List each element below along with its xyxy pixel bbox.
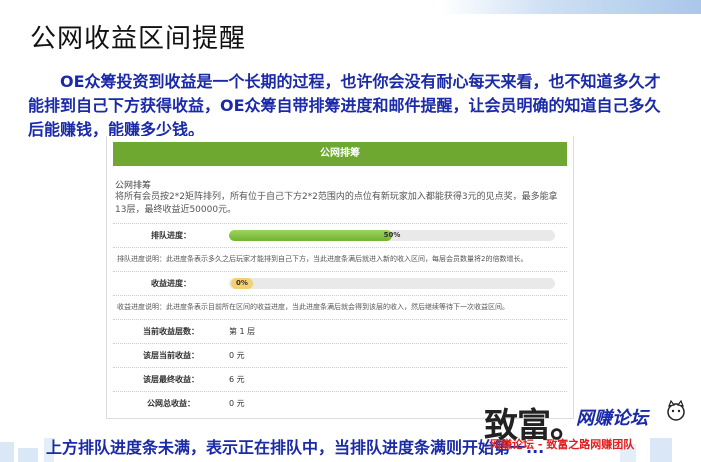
forum-watermark-logo: 致富。 网赚论坛 网赚论坛 - 致富之路网赚团队 xyxy=(484,398,694,454)
income-progress-row: 收益进度： 0% xyxy=(113,271,567,295)
income-progress-note: 收益进度说明：此进度条表示目前所在区间的收益进度，当此进度条满后就会得到该层的收… xyxy=(113,295,567,319)
stat-row-layer-current-income: 该层当前收益： 0 元 xyxy=(113,343,567,367)
slide-title: 公网收益区间提醒 xyxy=(30,24,247,54)
income-progress-label: 收益进度： xyxy=(151,279,191,288)
cat-mascot-icon xyxy=(667,400,685,421)
panel-body: 公网排筹 将所有会员按2*2矩阵排列，所有位于自己下方2*2范围内的点位有新玩家… xyxy=(113,166,567,415)
stat-label: 该层当前收益： xyxy=(143,351,199,360)
queue-progress-row: 排队进度： 50% xyxy=(113,223,567,247)
stat-label: 公网总收益： xyxy=(147,399,195,408)
income-progress-bar: 0% xyxy=(229,278,555,289)
panel-header: 公网排筹 xyxy=(113,142,567,166)
stat-row-layer-final-income: 该层最终收益： 6 元 xyxy=(113,367,567,391)
stat-label: 该层最终收益： xyxy=(143,375,199,384)
section-title: 公网排筹 xyxy=(115,181,152,191)
stat-value: 0 元 xyxy=(229,351,245,360)
stat-row-current-layer: 当前收益层数： 第 1 层 xyxy=(113,319,567,343)
queue-progress-note: 排队进度说明：此进度条表示多久之后玩家才能排到自己下方，当此进度条满后就进入新的… xyxy=(113,247,567,271)
queue-progress-text: 50% xyxy=(383,231,401,239)
screenshot-panel: 公网排筹 公网排筹 将所有会员按2*2矩阵排列，所有位于自己下方2*2范围内的点… xyxy=(106,136,574,419)
income-progress-text: 0% xyxy=(231,278,253,289)
queue-progress-label: 排队进度： xyxy=(151,231,191,240)
intro-paragraph: OE众筹投资到收益是一个长期的过程，也许你会没有耐心每天来看，也不知道多久才能排… xyxy=(28,72,661,139)
stat-value: 6 元 xyxy=(229,375,245,384)
section-description: 将所有会员按2*2矩阵排列，所有位于自己下方2*2范围内的点位有新玩家加入都能获… xyxy=(115,192,558,215)
stat-value: 第 1 层 xyxy=(229,327,256,336)
queue-progress-bar: 50% xyxy=(229,230,555,241)
top-accent-bar xyxy=(441,0,701,14)
watermark-red-text: 网赚论坛 - 致富之路网赚团队 xyxy=(490,438,635,451)
watermark-small-text: 网赚论坛 xyxy=(576,408,648,429)
stat-label: 当前收益层数： xyxy=(143,327,199,336)
